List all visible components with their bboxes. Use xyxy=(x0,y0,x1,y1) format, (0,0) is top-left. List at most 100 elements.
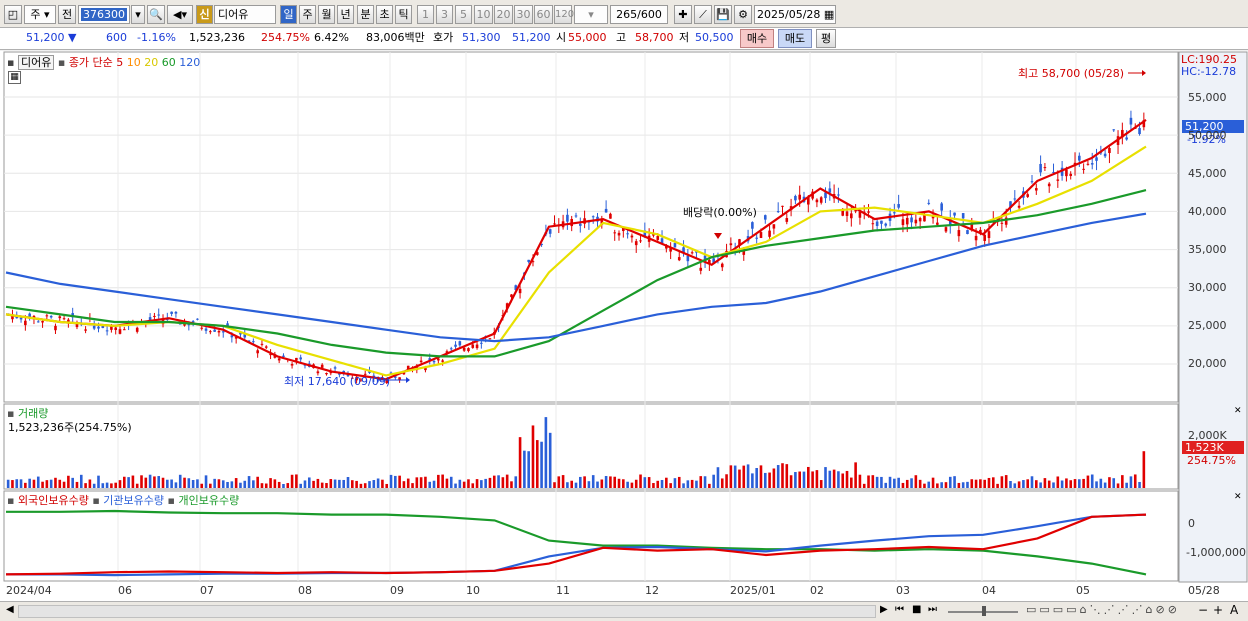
window-menu-icon[interactable]: ◰ xyxy=(4,5,22,24)
quote-bar: 51,200 ▼ 600 -1.16% 1,523,236 254.75% 6.… xyxy=(0,28,1248,50)
volume-bar xyxy=(553,482,556,488)
x-tick: 11 xyxy=(556,584,570,597)
interval-30[interactable]: 30 xyxy=(514,5,533,24)
bottom-bar: ◀ ▶ ⏮ ■ ⏭ ▭▭▭▭⌂⋱⋰⋰⋰⌂⊘⊘ − + A xyxy=(0,601,1248,621)
zoom-out-icon[interactable]: − xyxy=(1198,603,1208,617)
volume-bar xyxy=(178,474,182,488)
count-field[interactable]: 265/600 xyxy=(610,5,668,24)
volume-bar xyxy=(708,483,711,488)
interval-1[interactable]: 1 xyxy=(417,5,434,24)
candle-body xyxy=(264,346,268,348)
ma-60-label: 60 xyxy=(161,56,176,69)
volume-bar xyxy=(918,479,922,488)
save-icon[interactable]: 💾 xyxy=(714,5,732,24)
volume-bar xyxy=(807,466,810,488)
search-icon[interactable]: 🔍 xyxy=(147,5,165,24)
interval-10[interactable]: 10 xyxy=(474,5,493,24)
tab-second[interactable]: 초 xyxy=(376,5,393,24)
tab-month[interactable]: 월 xyxy=(318,5,335,24)
legend-sep-icon: ▪ xyxy=(167,494,175,507)
interval-20[interactable]: 20 xyxy=(494,5,513,24)
tab-year[interactable]: 년 xyxy=(337,5,354,24)
chart-canvas[interactable] xyxy=(0,51,1248,603)
close-icon[interactable]: ✕ xyxy=(1234,492,1242,502)
interval-3[interactable]: 3 xyxy=(436,5,453,24)
close-icon[interactable]: ✕ xyxy=(1234,406,1242,416)
zoom-slider-thumb[interactable] xyxy=(982,606,986,616)
volume-bar xyxy=(295,474,298,488)
volume-bar xyxy=(174,482,178,488)
drawing-tools-icon[interactable]: ▭▭▭▭⌂⋱⋰⋰⋰⌂⊘⊘ xyxy=(1026,603,1180,616)
volume-bar xyxy=(342,479,345,488)
volume-bar xyxy=(462,481,466,488)
volume-bar xyxy=(419,477,423,488)
speaker-icon[interactable]: ◀▾ xyxy=(167,5,193,24)
interval-120[interactable]: 120 xyxy=(554,5,574,24)
candle-body xyxy=(62,318,66,320)
candle-body xyxy=(604,208,608,213)
volume-bar xyxy=(28,478,31,488)
volume-bar xyxy=(333,479,337,488)
volume-bar xyxy=(368,481,371,488)
buy-button[interactable]: 매수 xyxy=(740,29,774,48)
high-price: 58,700 xyxy=(635,31,674,44)
fast-forward-icon[interactable]: ⏭ xyxy=(928,604,937,615)
volume-bar xyxy=(1078,479,1081,488)
prev-button[interactable]: 전 xyxy=(58,5,76,24)
calendar-icon[interactable]: ▦ xyxy=(824,8,834,21)
tab-minute[interactable]: 분 xyxy=(357,5,374,24)
volume-bar xyxy=(557,476,561,488)
candle-body xyxy=(527,259,530,262)
candle-body xyxy=(630,235,634,238)
volume-bar xyxy=(738,469,741,488)
volume-bar xyxy=(888,476,892,488)
panel-menu-icon[interactable]: ▪ xyxy=(7,494,14,507)
flat-button[interactable]: 평 xyxy=(816,29,836,48)
candle-body xyxy=(772,224,776,229)
chart-area[interactable]: ▪ 디어유 ▪ 종가 단순 5 10 20 60 120 ▦ LC:190.25… xyxy=(0,51,1248,603)
gear-icon[interactable]: ⚙ xyxy=(734,5,752,24)
volume-bar xyxy=(910,478,913,488)
zoom-in-icon[interactable]: + xyxy=(1213,603,1223,617)
candle-body xyxy=(686,255,690,262)
tab-week[interactable]: 주 xyxy=(299,5,316,24)
date-field[interactable]: 2025/05/28 ▦ xyxy=(754,5,836,24)
trade-amount: 83,006백만 xyxy=(366,31,425,44)
font-size-icon[interactable]: A xyxy=(1230,603,1238,617)
scroll-left-icon[interactable]: ◀ xyxy=(6,604,14,615)
sell-button[interactable]: 매도 xyxy=(778,29,812,48)
volume-bar xyxy=(656,480,660,488)
period-main-select[interactable]: 주 ▾ xyxy=(24,5,56,24)
volume-bar xyxy=(1013,483,1017,488)
rewind-icon[interactable]: ⏮ xyxy=(895,604,904,615)
stock-name-tag[interactable]: 디어유 xyxy=(17,55,55,70)
tab-day[interactable]: 일 xyxy=(280,5,297,24)
candle-body xyxy=(617,232,621,236)
volume-bar xyxy=(454,483,457,488)
stock-code-input[interactable]: 376300 xyxy=(78,5,130,24)
candle-body xyxy=(54,325,57,331)
volume-bar xyxy=(320,482,324,488)
interval-5[interactable]: 5 xyxy=(455,5,472,24)
panel-menu-icon[interactable]: ▪ xyxy=(7,56,14,69)
volume-bar xyxy=(763,472,767,488)
custom-interval-select[interactable]: ▾ xyxy=(574,5,608,24)
horizontal-scrollbar[interactable] xyxy=(18,605,876,618)
volume-bar xyxy=(716,467,720,488)
stop-icon[interactable]: ■ xyxy=(912,604,921,615)
table-icon[interactable]: ▦ xyxy=(8,71,21,84)
code-dropdown-icon[interactable]: ▾ xyxy=(131,5,145,24)
tab-tick[interactable]: 틱 xyxy=(395,5,412,24)
candle-body xyxy=(1000,222,1004,224)
volume-bar xyxy=(720,478,724,488)
candle-body xyxy=(850,213,853,219)
candle-body xyxy=(759,232,763,238)
volume-bar xyxy=(548,432,552,488)
stock-name-field[interactable]: 디어유 xyxy=(214,5,276,24)
interval-60[interactable]: 60 xyxy=(534,5,553,24)
crosshair-icon[interactable]: ✚ xyxy=(674,5,692,24)
draw-line-icon[interactable]: ⟋ xyxy=(694,5,712,24)
scroll-right-icon[interactable]: ▶ xyxy=(880,604,888,615)
dividend-note: 배당락(0.00%) xyxy=(683,206,757,219)
volume-bar xyxy=(673,478,677,488)
